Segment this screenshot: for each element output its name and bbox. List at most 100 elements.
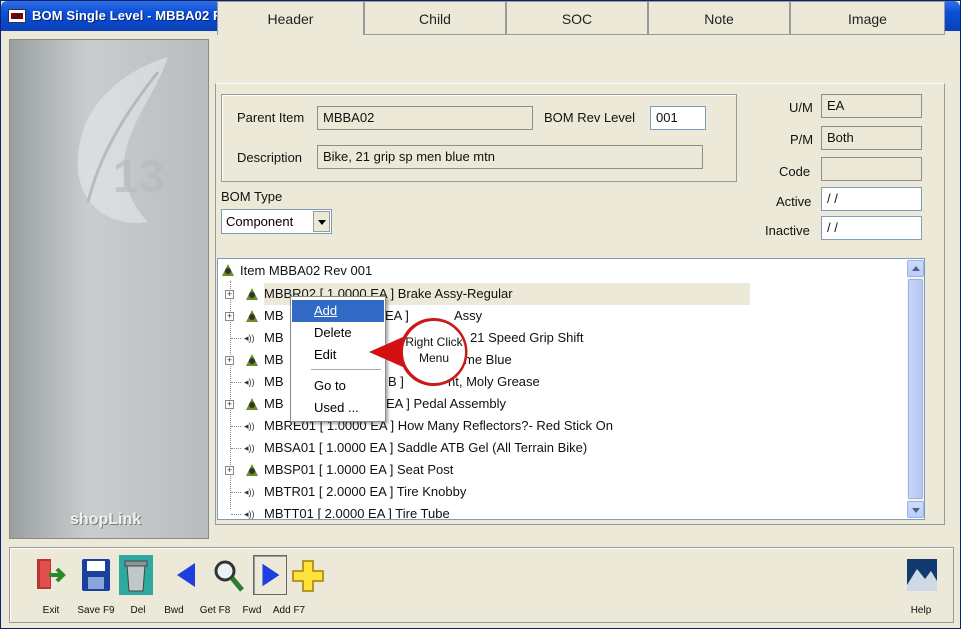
expand-icon[interactable]: + (225, 466, 234, 475)
assembly-icon (246, 398, 258, 410)
description-label: Description (237, 150, 303, 165)
tree-row[interactable]: MB (264, 393, 284, 415)
tree-row[interactable]: MBSP01 [ 1.0000 EA ] Seat Post (264, 459, 453, 481)
tab-header[interactable]: Header (217, 1, 364, 35)
scroll-thumb[interactable] (908, 279, 923, 499)
magnifier-icon (214, 560, 244, 592)
tree-row[interactable]: MBTT01 [ 2.0000 EA ] Tire Tube (264, 503, 450, 520)
description-field[interactable]: Bike, 21 grip sp men blue mtn (317, 145, 703, 169)
bom-type-value: Component (226, 214, 294, 229)
tree-row[interactable]: MBSA01 [ 1.0000 EA ] Saddle ATB Gel (All… (264, 437, 587, 459)
code-field[interactable] (821, 157, 922, 181)
scroll-up-arrow-icon[interactable] (907, 260, 924, 277)
context-menu-used[interactable]: Used ... (292, 397, 384, 419)
tree-row-label: MB (264, 396, 284, 411)
tab-note[interactable]: Note (648, 1, 790, 35)
tree-row[interactable]: MB (264, 349, 284, 371)
tree-root-item[interactable]: Item MBBA02 Rev 001 (240, 260, 372, 282)
assembly-icon (222, 264, 234, 276)
tree-row-label: MBSA01 [ 1.0000 EA ] Saddle ATB Gel (All… (264, 440, 588, 455)
save-label: Save F9 (77, 605, 115, 616)
expand-icon[interactable]: + (225, 400, 234, 409)
pm-field[interactable]: Both (821, 126, 922, 150)
add-label: Add F7 (272, 605, 306, 616)
callout-line-2: Menu (418, 351, 450, 365)
callout-line-1: Right Click (405, 335, 463, 349)
forward-button[interactable] (253, 555, 287, 595)
chevron-down-icon[interactable] (313, 211, 330, 232)
scroll-down-arrow-icon[interactable] (907, 501, 924, 518)
delete-button[interactable] (119, 555, 153, 595)
tree-scrollbar[interactable] (907, 260, 924, 518)
tab-child[interactable]: Child (364, 1, 506, 35)
help-label: Help (910, 605, 932, 616)
tree-row-label: MBTR01 [ 2.0000 EA ] Tire Knobby (264, 484, 467, 499)
save-button[interactable] (79, 555, 113, 595)
tree-row-label: MB (264, 330, 284, 345)
tree-row-label: MBTT01 [ 2.0000 EA ] Tire Tube (264, 506, 450, 520)
brand-label: shopLink (70, 511, 142, 528)
app-icon (8, 9, 26, 23)
exit-button[interactable] (33, 555, 67, 595)
part-icon: ◂)) (244, 377, 255, 387)
tree-row-label: MB (264, 374, 284, 389)
expand-icon[interactable]: + (225, 356, 234, 365)
pm-label: P/M (790, 132, 814, 147)
part-icon: ◂)) (244, 443, 255, 453)
um-label: U/M (789, 100, 813, 115)
expand-icon[interactable]: + (225, 290, 234, 299)
bom-rev-label: BOM Rev Level (544, 110, 636, 125)
assembly-icon (246, 310, 258, 322)
leaf-logo-icon: 13 (77, 57, 168, 223)
bom-type-select[interactable]: Component (221, 209, 332, 234)
add-button[interactable] (291, 555, 325, 595)
tab-image[interactable]: Image (790, 1, 945, 35)
tree-row-label: MB (264, 352, 284, 367)
parent-item-field[interactable]: MBBA02 (317, 106, 533, 130)
trash-icon (119, 555, 153, 595)
save-icon (82, 559, 110, 591)
tree-row-tail-text: EA ] Pedal Assembly (386, 396, 506, 411)
exit-icon (37, 559, 66, 589)
um-field[interactable]: EA (821, 94, 922, 118)
callout-text: Right Click Menu (399, 334, 469, 366)
tree-row-label: MBSP01 [ 1.0000 EA ] Seat Post (264, 462, 454, 477)
active-date-field[interactable]: / / (821, 187, 922, 211)
active-label: Active (776, 194, 812, 209)
tree-row-label: MB (264, 308, 284, 323)
backward-button[interactable] (169, 555, 203, 595)
backward-arrow-icon (177, 563, 195, 587)
part-icon: ◂)) (244, 487, 255, 497)
tree-row[interactable]: MB (264, 327, 284, 349)
part-icon: ◂)) (244, 421, 255, 431)
inactive-label: Inactive (765, 223, 810, 238)
add-label: Add (314, 303, 338, 318)
bom-type-label: BOM Type (221, 189, 283, 204)
get-label: Get F8 (199, 605, 231, 616)
help-button[interactable] (905, 555, 939, 595)
part-icon: ◂)) (244, 509, 255, 519)
get-button[interactable] (211, 555, 245, 595)
backward-label: Bwd (164, 605, 184, 616)
tree-row[interactable]: MBTR01 [ 2.0000 EA ] Tire Knobby (264, 481, 466, 503)
side-panel: 13 shopLink (9, 39, 209, 539)
bom-window: BOM Single Level - MBBA02 Rev: 001 13 sh… (0, 0, 961, 629)
part-icon: ◂)) (244, 333, 255, 343)
code-label: Code (779, 164, 811, 179)
assembly-icon (246, 354, 258, 366)
forward-label: Fwd (242, 605, 262, 616)
parent-item-label: Parent Item (237, 110, 305, 125)
svg-text:13: 13 (113, 150, 164, 202)
inactive-date-field[interactable]: / / (821, 216, 922, 240)
tree-row[interactable]: MB (264, 371, 284, 393)
assembly-icon (246, 464, 258, 476)
help-icon (907, 559, 937, 591)
delete-label: Del (130, 605, 146, 616)
forward-arrow-icon (262, 563, 280, 587)
exit-label: Exit (42, 605, 60, 616)
plus-icon (292, 560, 324, 592)
expand-icon[interactable]: + (225, 312, 234, 321)
bom-rev-field[interactable]: 001 (650, 106, 706, 130)
tab-soc[interactable]: SOC (506, 1, 648, 35)
tree-row[interactable]: MB (264, 305, 284, 327)
